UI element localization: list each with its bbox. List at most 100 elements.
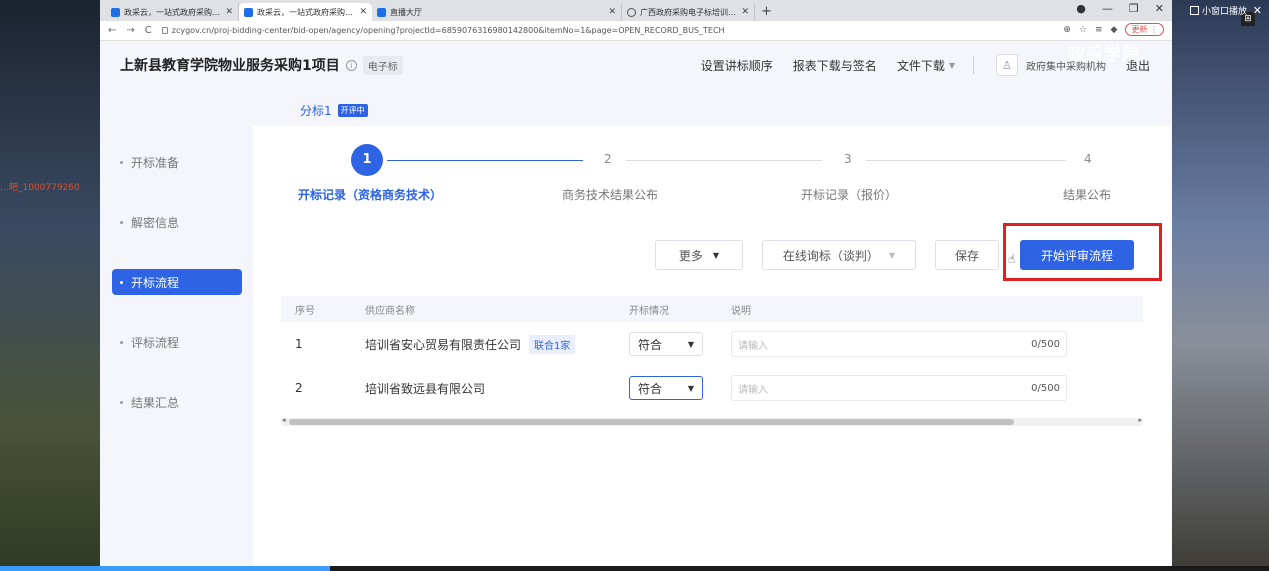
browser-tab-4[interactable]: 广西政府采购电子标培训评审专 ✕ bbox=[622, 3, 755, 21]
step-line bbox=[866, 160, 1066, 161]
header-no: 序号 bbox=[295, 305, 315, 317]
zoom-icon[interactable]: ⊕ bbox=[1063, 25, 1071, 35]
star-icon[interactable]: ☆ bbox=[1079, 25, 1087, 35]
step-4-label: 结果公布 bbox=[1063, 188, 1112, 202]
sidebar-item-open-prep[interactable]: 开标准备 bbox=[112, 149, 242, 175]
set-order-link[interactable]: 设置讲标顺序 bbox=[701, 57, 773, 74]
table-row: 1 培训省安心贸易有限责任公司 联合1家 符合 ▼ 请输入 0/500 bbox=[281, 322, 1143, 366]
desc-input[interactable]: 请输入 0/500 bbox=[731, 331, 1067, 357]
inquiry-label: 在线询标（谈判） bbox=[782, 248, 879, 263]
update-button[interactable]: 更新 ⋮ bbox=[1125, 23, 1164, 36]
avatar[interactable]: ♙ bbox=[995, 54, 1018, 76]
status-badge: 开评中 bbox=[337, 104, 368, 117]
header-status: 开标情况 bbox=[629, 305, 669, 317]
restore-icon[interactable]: ❐ bbox=[1129, 2, 1139, 15]
sidebar-item-summary[interactable]: 结果汇总 bbox=[112, 389, 242, 415]
joint-tag[interactable]: 联合1家 bbox=[529, 334, 576, 354]
more-label: 更多 bbox=[678, 248, 703, 263]
desktop-left-text: …吧_1000779260 bbox=[0, 183, 80, 193]
header-desc: 说明 bbox=[731, 305, 751, 317]
horizontal-scrollbar[interactable]: ◂ ▸ bbox=[281, 416, 1143, 426]
new-tab-button[interactable]: + bbox=[755, 3, 778, 21]
back-icon[interactable]: ← bbox=[108, 25, 116, 36]
tab-section-1[interactable]: 分标1 开评中 bbox=[300, 102, 368, 119]
browser-tab-2[interactable]: 政采云，一站式政府采购云平台 ✕ bbox=[239, 3, 372, 21]
save-button[interactable]: 保存 bbox=[935, 240, 999, 270]
sidebar-item-label: 评标流程 bbox=[131, 335, 180, 350]
table-header: 序号 供应商名称 开标情况 说明 bbox=[281, 296, 1143, 322]
mini-window-button[interactable]: 小窗口播放 ✕ bbox=[1190, 3, 1266, 17]
char-count: 0/500 bbox=[1031, 338, 1060, 350]
row-supplier: 培训省致远县有限公司 bbox=[365, 380, 629, 397]
file-download-menu[interactable]: 文件下载 ▼ bbox=[897, 57, 955, 74]
step-2-number: 2 bbox=[604, 152, 612, 166]
sidebar-item-label: 开标准备 bbox=[131, 155, 180, 170]
file-download-label: 文件下载 bbox=[896, 58, 945, 73]
more-button[interactable]: 更多 ▼ bbox=[655, 240, 743, 270]
desktop-left-area: …吧_1000779260 bbox=[0, 0, 100, 571]
sidebar-item-decrypt[interactable]: 解密信息 bbox=[112, 209, 242, 235]
tab-title: 广西政府采购电子标培训评审专 bbox=[640, 7, 737, 17]
scroll-right-icon[interactable]: ▸ bbox=[1138, 416, 1142, 424]
window-icon bbox=[1190, 5, 1199, 15]
report-download-link[interactable]: 报表下载与签名 bbox=[793, 57, 877, 74]
browser-window: 政采云，一站式政府采购云平台 ✕ 政采云，一站式政府采购云平台 ✕ 直播大厅 ✕… bbox=[100, 0, 1172, 568]
reload-icon[interactable]: C bbox=[145, 25, 152, 36]
record-icon[interactable]: ● bbox=[1076, 2, 1086, 15]
highlight-box bbox=[1003, 223, 1162, 281]
sidebar: 开标准备 解密信息 开标流程 评标流程 结果汇总 bbox=[112, 149, 242, 449]
step-line bbox=[626, 160, 822, 161]
desc-input[interactable]: 请输入 0/500 bbox=[731, 375, 1067, 401]
url-field[interactable]: zcygov.cn/proj-bidding-center/bid-open/a… bbox=[161, 26, 725, 35]
step-3-label: 开标记录（报价） bbox=[801, 188, 898, 202]
tab-close-icon[interactable]: ✕ bbox=[741, 7, 749, 17]
inquiry-button[interactable]: 在线询标（谈判） ▼ bbox=[762, 240, 916, 270]
browser-tab-3[interactable]: 直播大厅 ✕ bbox=[372, 3, 622, 21]
row-status-cell: 符合 ▼ bbox=[629, 332, 731, 356]
tab-title: 直播大厅 bbox=[390, 7, 422, 17]
bullet-icon bbox=[120, 340, 123, 344]
site-favicon-icon bbox=[244, 7, 253, 17]
electronic-bid-tag: 电子标 bbox=[362, 55, 403, 75]
table-row: 2 培训省致远县有限公司 符合 ▼ 请输入 0/500 bbox=[281, 366, 1143, 410]
status-select[interactable]: 符合 ▼ bbox=[629, 332, 703, 356]
info-icon[interactable]: i bbox=[345, 59, 357, 71]
progress-fill bbox=[0, 566, 330, 571]
scroll-left-icon[interactable]: ◂ bbox=[282, 416, 286, 424]
step-1-label: 开标记录（资格商务技术） bbox=[298, 188, 443, 202]
window-controls: ● — ❐ ✕ bbox=[1076, 2, 1164, 15]
tab-title: 政采云，一站式政府采购云平台 bbox=[257, 7, 355, 17]
scroll-thumb[interactable] bbox=[289, 419, 1014, 425]
header-supplier: 供应商名称 bbox=[365, 305, 415, 317]
step-4-number: 4 bbox=[1084, 152, 1092, 166]
sidebar-item-open-process[interactable]: 开标流程 bbox=[112, 269, 242, 295]
extension-icon[interactable]: ◆ bbox=[1111, 25, 1118, 35]
mini-window-label: 小窗口播放 bbox=[1202, 6, 1248, 17]
divider bbox=[972, 56, 974, 74]
window-close-icon[interactable]: ✕ bbox=[1155, 2, 1164, 15]
bullet-icon bbox=[120, 220, 123, 224]
video-progress-bar[interactable] bbox=[0, 566, 1269, 571]
sidebar-item-label: 解密信息 bbox=[131, 215, 180, 230]
forward-icon[interactable]: → bbox=[126, 25, 134, 36]
reading-list-icon[interactable]: ≡ bbox=[1095, 25, 1103, 35]
address-bar: ← → C zcygov.cn/proj-bidding-center/bid-… bbox=[100, 21, 1172, 41]
browser-tab-1[interactable]: 政采云，一站式政府采购云平台 ✕ bbox=[106, 3, 239, 21]
site-favicon-icon bbox=[377, 7, 386, 17]
minimize-icon[interactable]: — bbox=[1102, 2, 1113, 15]
bullet-icon bbox=[120, 400, 123, 404]
status-select[interactable]: 符合 ▼ bbox=[629, 376, 703, 400]
caret-down-icon: ▼ bbox=[687, 339, 694, 349]
tab-close-icon[interactable]: ✕ bbox=[225, 7, 233, 17]
sidebar-item-eval-process[interactable]: 评标流程 bbox=[112, 329, 242, 355]
sidebar-item-label: 开标流程 bbox=[131, 275, 180, 290]
row-supplier: 培训省安心贸易有限责任公司 联合1家 bbox=[365, 334, 629, 354]
tab-close-icon[interactable]: ✕ bbox=[359, 7, 367, 17]
row-no: 1 bbox=[295, 337, 303, 351]
close-icon[interactable]: ✕ bbox=[1253, 4, 1262, 17]
hand-cursor-icon: ☝ bbox=[1008, 252, 1016, 266]
watermark-logo: 政采学院 bbox=[1068, 45, 1140, 65]
content-panel: 1 2 3 4 开标记录（资格商务技术） 商务技术结果公布 开标记录（报价） 结… bbox=[253, 126, 1171, 568]
tab-close-icon[interactable]: ✕ bbox=[608, 7, 616, 17]
row-desc-cell: 请输入 0/500 bbox=[731, 375, 1071, 401]
